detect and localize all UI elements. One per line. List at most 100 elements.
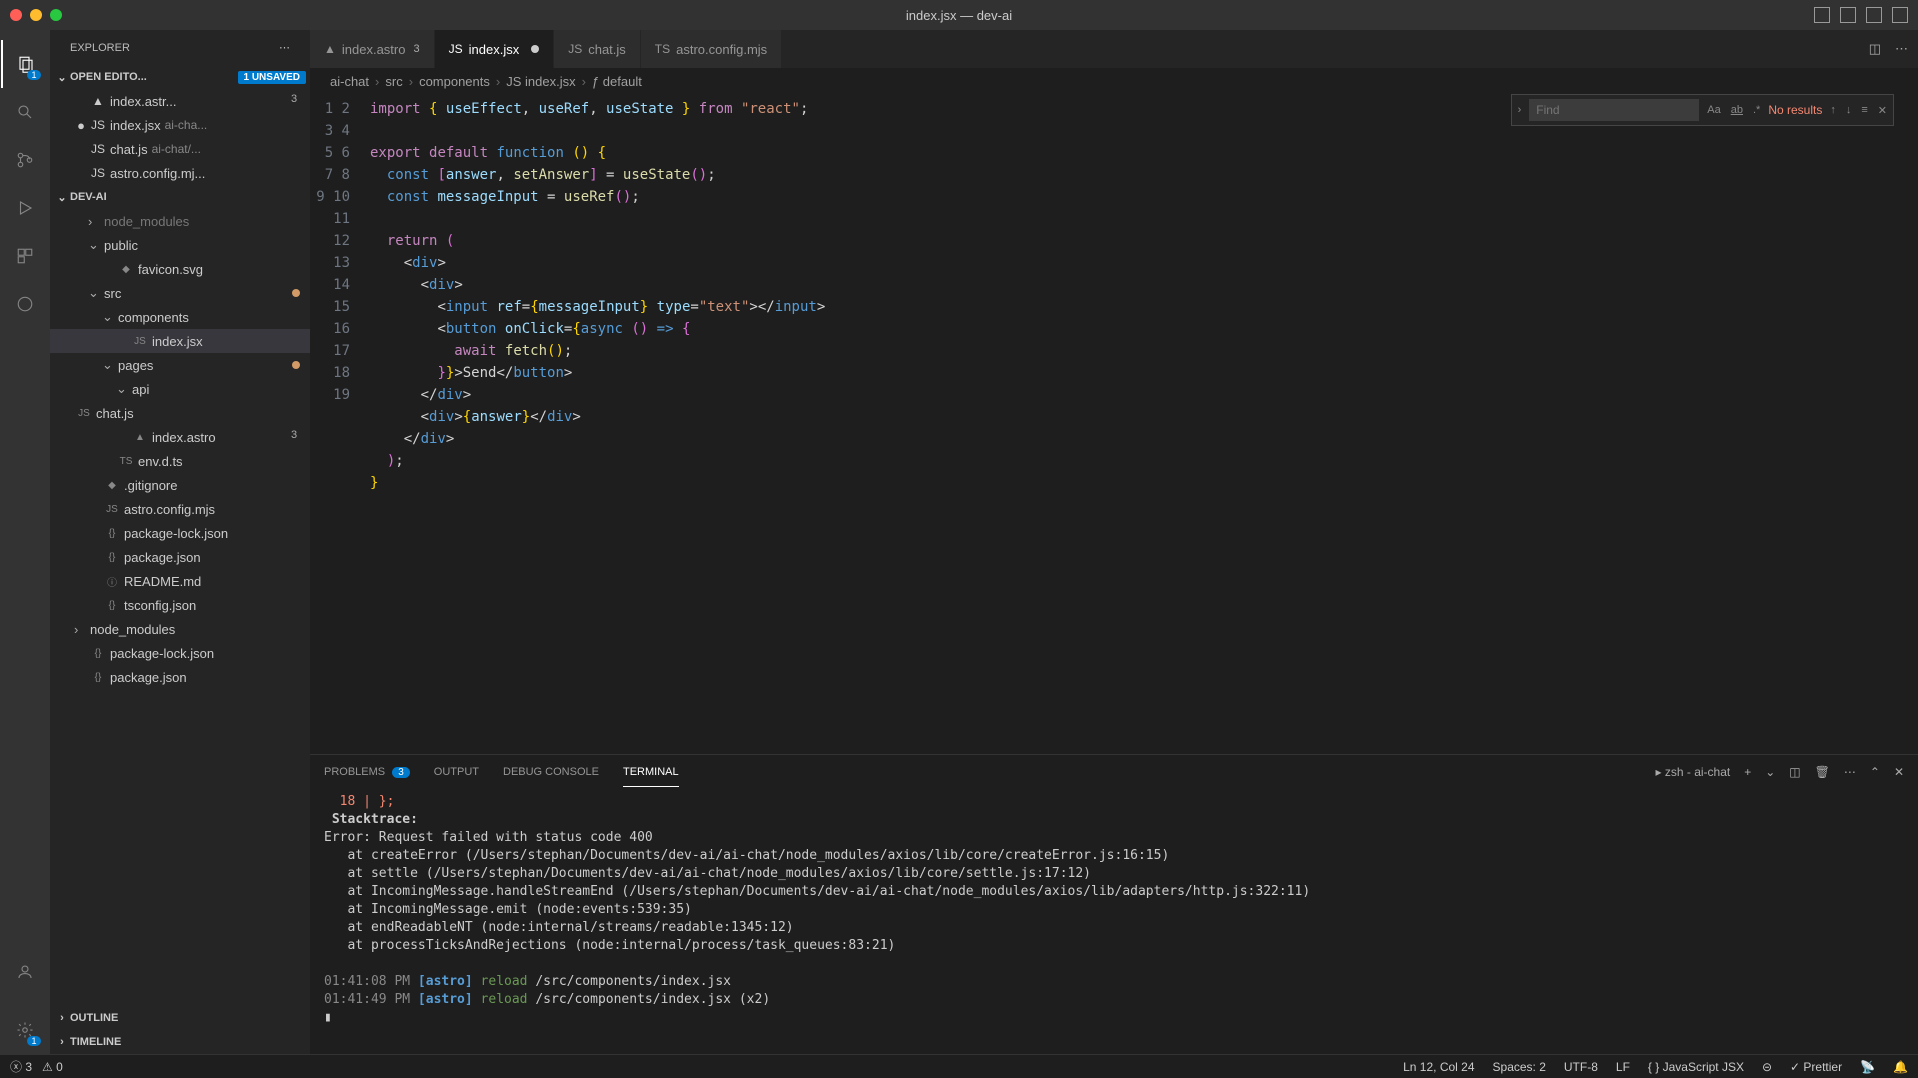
source-control-icon[interactable] bbox=[1, 136, 49, 184]
feedback-icon[interactable]: 📡 bbox=[1860, 1060, 1875, 1074]
file-tree-item[interactable]: {}package.json bbox=[50, 545, 310, 569]
close-panel-icon[interactable]: ✕ bbox=[1894, 765, 1904, 779]
file-tree-item[interactable]: JSchat.js bbox=[50, 401, 310, 425]
tab-output[interactable]: OUTPUT bbox=[434, 758, 479, 786]
encoding[interactable]: UTF-8 bbox=[1564, 1060, 1598, 1074]
timeline-header[interactable]: › TIMELINE bbox=[50, 1030, 310, 1054]
settings-icon[interactable]: 1 bbox=[1, 1006, 49, 1054]
tab-debug[interactable]: DEBUG CONSOLE bbox=[503, 758, 599, 786]
open-editor-item[interactable]: ▲index.astr...3 bbox=[50, 89, 310, 113]
open-editors-header[interactable]: ⌄ OPEN EDITO... 1 unsaved bbox=[50, 65, 310, 89]
terminal-output[interactable]: 18 | }; Stacktrace: Error: Request faile… bbox=[310, 789, 1918, 1054]
next-match-icon[interactable]: ↓ bbox=[1844, 102, 1854, 118]
terminal-act: reload bbox=[481, 974, 528, 989]
editor-tab[interactable]: JSchat.js bbox=[554, 30, 641, 68]
breadcrumb-item[interactable]: components bbox=[419, 74, 490, 89]
file-tree-item[interactable]: {}package-lock.json bbox=[50, 521, 310, 545]
more-actions-icon[interactable]: ⋯ bbox=[1895, 41, 1908, 57]
terminal-tag: [astro] bbox=[418, 974, 473, 989]
editor-tab[interactable]: ▲index.astro3 bbox=[310, 30, 435, 68]
editor-area: ▲index.astro3JSindex.jsxJSchat.jsTSastro… bbox=[310, 30, 1918, 1054]
open-editor-item[interactable]: JSchat.jsai-chat/... bbox=[50, 137, 310, 161]
minimize-window[interactable] bbox=[30, 9, 42, 21]
status-errors[interactable]: ⓧ 3 bbox=[10, 1058, 32, 1075]
terminal-picker[interactable]: ▸ zsh - ai-chat bbox=[1656, 765, 1731, 779]
explorer-icon[interactable]: 1 bbox=[1, 40, 49, 88]
breadcrumb-item[interactable]: JS index.jsx bbox=[506, 74, 575, 89]
outline-header[interactable]: › OUTLINE bbox=[50, 1006, 310, 1030]
eol[interactable]: LF bbox=[1616, 1060, 1630, 1074]
breadcrumb[interactable]: ai-chat›src›components›JS index.jsx›ƒ de… bbox=[310, 68, 1918, 94]
breadcrumb-item[interactable]: src bbox=[385, 74, 402, 89]
problems-badge: 3 bbox=[392, 767, 410, 778]
file-tree-item[interactable]: ⌄src bbox=[50, 281, 310, 305]
terminal-dropdown-icon[interactable]: ⌄ bbox=[1765, 765, 1775, 779]
file-tree-item[interactable]: {}package.json bbox=[50, 665, 310, 689]
code-content[interactable]: import { useEffect, useRef, useState } f… bbox=[370, 94, 1918, 754]
find-input[interactable] bbox=[1529, 99, 1699, 121]
regex-icon[interactable]: .* bbox=[1751, 102, 1762, 118]
layout-controls bbox=[1814, 7, 1908, 23]
chevron-down-icon: ⌄ bbox=[54, 191, 70, 204]
notifications-icon[interactable]: 🔔 bbox=[1893, 1060, 1908, 1074]
terminal-tag: [astro] bbox=[418, 992, 473, 1007]
close-find-icon[interactable]: ✕ bbox=[1876, 102, 1889, 119]
edge-icon[interactable] bbox=[1, 280, 49, 328]
file-tree-item[interactable]: ›node_modules bbox=[50, 617, 310, 641]
project-header[interactable]: ⌄ DEV-AI bbox=[50, 185, 310, 209]
toggle-secondary-icon[interactable] bbox=[1866, 7, 1882, 23]
file-tree-item[interactable]: ›node_modules bbox=[50, 209, 310, 233]
file-tree-item[interactable]: JSindex.jsx bbox=[50, 329, 310, 353]
editor-tab[interactable]: JSindex.jsx bbox=[435, 30, 555, 68]
toggle-sidebar-icon[interactable] bbox=[1814, 7, 1830, 23]
new-terminal-icon[interactable]: + bbox=[1744, 765, 1751, 779]
file-tree-item[interactable]: ⌄api bbox=[50, 377, 310, 401]
match-word-icon[interactable]: ab bbox=[1729, 102, 1745, 118]
kill-terminal-icon[interactable]: 🗑 bbox=[1815, 765, 1830, 779]
file-tree-item[interactable]: {}package-lock.json bbox=[50, 641, 310, 665]
extensions-icon[interactable] bbox=[1, 232, 49, 280]
maximize-window[interactable] bbox=[50, 9, 62, 21]
editor-body[interactable]: 1 2 3 4 5 6 7 8 9 10 11 12 13 14 15 16 1… bbox=[310, 94, 1918, 754]
customize-layout-icon[interactable] bbox=[1892, 7, 1908, 23]
prev-match-icon[interactable]: ↑ bbox=[1828, 102, 1838, 118]
file-tree-item[interactable]: ⌄public bbox=[50, 233, 310, 257]
file-tree-item[interactable]: {}tsconfig.json bbox=[50, 593, 310, 617]
file-tree-item[interactable]: ▲index.astro3 bbox=[50, 425, 310, 449]
open-editor-item[interactable]: JSastro.config.mj... bbox=[50, 161, 310, 185]
match-case-icon[interactable]: Aa bbox=[1705, 102, 1722, 118]
account-icon[interactable] bbox=[1, 948, 49, 996]
cursor-position[interactable]: Ln 12, Col 24 bbox=[1403, 1060, 1474, 1074]
file-tree-item[interactable]: ⌄components bbox=[50, 305, 310, 329]
split-terminal-icon[interactable]: ◫ bbox=[1789, 765, 1800, 779]
copilot-icon[interactable]: ⊝ bbox=[1762, 1060, 1772, 1074]
file-tree-item[interactable]: ◆favicon.svg bbox=[50, 257, 310, 281]
close-window[interactable] bbox=[10, 9, 22, 21]
more-icon[interactable]: ⋯ bbox=[279, 41, 290, 54]
file-tree-item[interactable]: ⓘREADME.md bbox=[50, 569, 310, 593]
editor-tab[interactable]: TSastro.config.mjs bbox=[641, 30, 782, 68]
more-terminal-icon[interactable]: ⋯ bbox=[1844, 765, 1856, 779]
breadcrumb-item[interactable]: ƒ default bbox=[592, 74, 642, 89]
language-mode[interactable]: { } JavaScript JSX bbox=[1648, 1060, 1744, 1074]
file-tree-item[interactable]: JSastro.config.mjs bbox=[50, 497, 310, 521]
split-editor-icon[interactable]: ◫ bbox=[1869, 41, 1881, 57]
tab-terminal[interactable]: TERMINAL bbox=[623, 758, 679, 787]
file-tree-item[interactable]: ◆.gitignore bbox=[50, 473, 310, 497]
expand-find-icon[interactable]: › bbox=[1516, 102, 1524, 118]
file-tree-item[interactable]: TSenv.d.ts bbox=[50, 449, 310, 473]
open-editor-item[interactable]: ●JSindex.jsxai-cha... bbox=[50, 113, 310, 137]
breadcrumb-item[interactable]: ai-chat bbox=[330, 74, 369, 89]
terminal-line: Stacktrace: bbox=[332, 812, 418, 827]
indentation[interactable]: Spaces: 2 bbox=[1493, 1060, 1546, 1074]
find-selection-icon[interactable]: ≡ bbox=[1859, 102, 1869, 118]
search-icon[interactable] bbox=[1, 88, 49, 136]
prettier-status[interactable]: ✓ Prettier bbox=[1790, 1060, 1842, 1074]
run-debug-icon[interactable] bbox=[1, 184, 49, 232]
warning-count: 0 bbox=[56, 1060, 63, 1074]
file-tree-item[interactable]: ⌄pages bbox=[50, 353, 310, 377]
status-warnings[interactable]: ⚠ 0 bbox=[42, 1060, 63, 1074]
tab-problems[interactable]: PROBLEMS 3 bbox=[324, 758, 410, 786]
toggle-panel-icon[interactable] bbox=[1840, 7, 1856, 23]
maximize-panel-icon[interactable]: ⌃ bbox=[1870, 765, 1880, 779]
